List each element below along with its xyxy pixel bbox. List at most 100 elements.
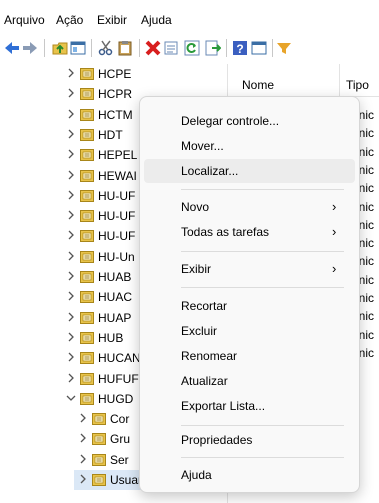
tree-item-label: HCPR xyxy=(98,87,133,102)
help-icon[interactable]: ? xyxy=(232,40,248,56)
console-tree-icon[interactable] xyxy=(70,40,86,56)
organizational-unit-folder-icon xyxy=(92,413,106,426)
organizational-unit-folder-icon xyxy=(80,331,94,344)
chevron-right-icon[interactable] xyxy=(66,170,76,180)
arrow-right-icon[interactable] xyxy=(22,40,38,56)
tree-item-label: HUB xyxy=(98,330,124,345)
menu-item-mover[interactable]: Mover... xyxy=(140,134,359,158)
organizational-unit-folder-icon xyxy=(80,372,94,385)
organizational-unit-folder-icon xyxy=(80,352,94,365)
organizational-unit-folder-icon xyxy=(80,108,94,121)
folder-up-icon[interactable] xyxy=(52,40,68,56)
delete-icon[interactable] xyxy=(145,40,161,56)
menu-ajuda[interactable]: Ajuda xyxy=(141,13,172,27)
column-header-tipo[interactable]: Tipo xyxy=(340,64,379,97)
tree-item-label: HEPEL xyxy=(98,148,138,163)
tree-item-label: Cor xyxy=(110,412,130,427)
chevron-right-icon[interactable] xyxy=(66,68,76,78)
chevron-right-icon: › xyxy=(332,261,337,276)
column-header-nome[interactable]: Nome xyxy=(229,64,340,97)
chevron-right-icon[interactable] xyxy=(66,332,76,342)
menu-item-novo[interactable]: Novo › xyxy=(140,195,359,219)
arrow-left-icon[interactable] xyxy=(4,40,20,56)
context-menu: Delegar controle... Mover... Localizar..… xyxy=(139,96,360,493)
organizational-unit-folder-icon xyxy=(80,311,94,324)
tree-item-label: HCTM xyxy=(98,107,133,122)
menu-item-propriedades[interactable]: Propriedades xyxy=(140,428,359,452)
menu-item-localizar[interactable]: Localizar... xyxy=(144,159,355,183)
menu-item-exportar-lista[interactable]: Exportar Lista... xyxy=(140,394,359,418)
chevron-right-icon[interactable] xyxy=(78,474,88,484)
refresh-icon[interactable] xyxy=(184,40,200,56)
menu-item-recortar[interactable]: Recortar xyxy=(140,294,359,318)
tree-item-label: HU-UF xyxy=(98,188,136,203)
organizational-unit-folder-icon xyxy=(80,149,94,162)
chevron-right-icon[interactable] xyxy=(66,210,76,220)
chevron-right-icon[interactable] xyxy=(78,433,88,443)
chevron-right-icon[interactable] xyxy=(66,190,76,200)
menu-item-label: Propriedades xyxy=(181,433,253,447)
menu-item-label: Localizar... xyxy=(181,164,239,178)
chevron-right-icon[interactable] xyxy=(78,454,88,464)
menu-acao[interactable]: Ação xyxy=(56,13,83,27)
svg-text:?: ? xyxy=(236,42,243,56)
toolbar: ? xyxy=(0,36,379,60)
menu-item-delegar-controle[interactable]: Delegar controle... xyxy=(140,109,359,133)
menu-arquivo[interactable]: Arquivo xyxy=(4,13,45,27)
organizational-unit-folder-icon xyxy=(80,271,94,283)
tree-item-label: Gru xyxy=(110,432,131,447)
menu-item-label: Mover... xyxy=(181,139,224,153)
menu-item-exibir[interactable]: Exibir › xyxy=(140,257,359,281)
chevron-right-icon[interactable] xyxy=(66,88,76,98)
menu-separator xyxy=(181,189,344,190)
menu-item-atualizar[interactable]: Atualizar xyxy=(140,369,359,393)
chevron-right-icon[interactable] xyxy=(66,312,76,322)
properties-icon[interactable] xyxy=(163,40,179,56)
chevron-right-icon[interactable] xyxy=(66,271,76,281)
cut-icon[interactable] xyxy=(98,40,114,56)
chevron-right-icon[interactable] xyxy=(66,129,76,139)
menu-item-label: Recortar xyxy=(181,299,228,313)
menu-item-excluir[interactable]: Excluir xyxy=(140,319,359,343)
organizational-unit-folder-icon xyxy=(80,169,94,182)
tree-item-label: HUGD xyxy=(98,391,134,406)
view-icon[interactable] xyxy=(251,40,267,56)
organizational-unit-folder-icon xyxy=(80,189,94,202)
tree-item-label: HU-UF xyxy=(98,229,136,244)
menu-exibir[interactable]: Exibir xyxy=(97,13,127,27)
tree-item-label: HUCAN xyxy=(98,351,141,366)
menu-item-label: Renomear xyxy=(181,349,238,363)
menu-bar: Arquivo Ação Exibir Ajuda xyxy=(0,0,379,29)
filter-icon[interactable] xyxy=(276,40,292,56)
organizational-unit-folder-icon xyxy=(80,68,94,80)
chevron-right-icon[interactable] xyxy=(66,149,76,159)
tree-item-label: HU-Un xyxy=(98,249,135,264)
menu-item-renomear[interactable]: Renomear xyxy=(140,344,359,368)
menu-separator xyxy=(181,251,344,252)
organizational-unit-folder-icon xyxy=(80,291,94,304)
chevron-down-icon[interactable] xyxy=(66,393,76,403)
organizational-unit-folder-icon xyxy=(80,392,94,405)
menu-item-ajuda[interactable]: Ajuda xyxy=(140,463,359,487)
tree-item-label: HUAB xyxy=(98,270,132,284)
organizational-unit-folder-icon xyxy=(80,128,94,141)
chevron-right-icon[interactable] xyxy=(66,291,76,301)
chevron-right-icon[interactable] xyxy=(66,230,76,240)
organizational-unit-folder-icon xyxy=(80,210,94,223)
menu-separator xyxy=(181,287,344,288)
menu-item-todas-as-tarefas[interactable]: Todas as tarefas › xyxy=(140,220,359,244)
organizational-unit-folder-icon xyxy=(92,433,106,446)
chevron-right-icon[interactable] xyxy=(66,352,76,362)
tree-item-label: HDT xyxy=(98,127,123,142)
chevron-right-icon[interactable] xyxy=(66,251,76,261)
tree-item-label: HUFUF xyxy=(98,371,139,386)
tree-item[interactable]: HCPE xyxy=(0,64,226,84)
export-list-icon[interactable] xyxy=(205,40,221,56)
chevron-right-icon[interactable] xyxy=(78,413,88,423)
menu-separator xyxy=(181,425,344,426)
chevron-right-icon[interactable] xyxy=(66,373,76,383)
chevron-right-icon[interactable] xyxy=(66,109,76,119)
clipboard-icon[interactable] xyxy=(117,40,133,56)
column-header-tipo-label: Tipo xyxy=(346,78,369,92)
column-header-nome-label: Nome xyxy=(242,78,275,92)
